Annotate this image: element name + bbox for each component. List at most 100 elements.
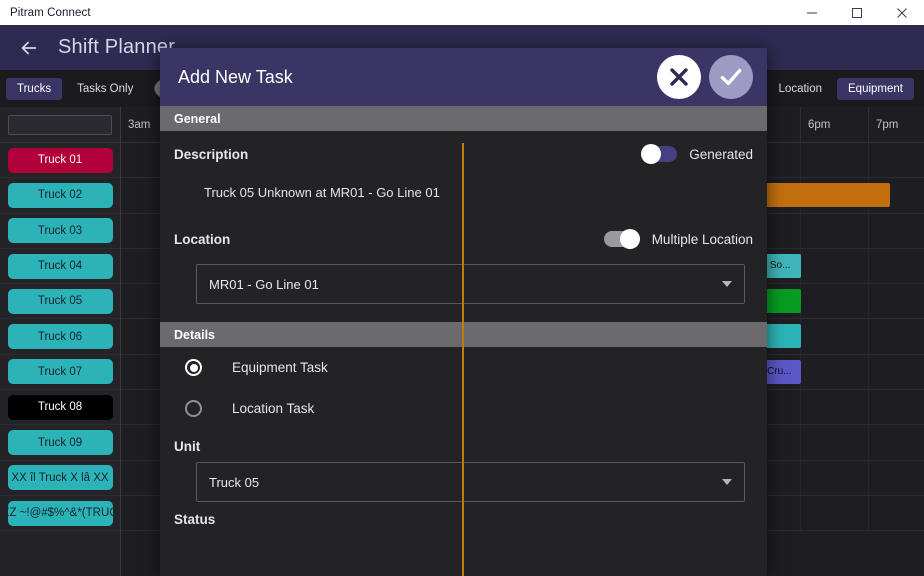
toolbar-right-group: Location Equipment (768, 77, 918, 100)
search-row (0, 107, 120, 143)
unit-row: ZZ ~!@#$%^&*(TRUC (0, 496, 120, 532)
close-button[interactable] (879, 0, 924, 25)
section-details-heading: Details (160, 322, 767, 347)
generated-toggle-group[interactable]: Generated (641, 144, 753, 164)
location-header: Location Multiple Location (174, 216, 753, 262)
status-label: Status (174, 512, 216, 527)
multiple-location-toggle-group[interactable]: Multiple Location (603, 229, 753, 249)
location-select-value: MR01 - Go Line 01 (209, 276, 319, 292)
page-title: Shift Planner (58, 36, 176, 58)
radio-dot (189, 363, 198, 372)
tab-equipment[interactable]: Equipment (837, 77, 914, 100)
unit-row: Truck 09 (0, 425, 120, 461)
back-arrow-icon[interactable] (12, 31, 46, 65)
window-controls (789, 0, 924, 25)
multiple-location-toggle-label: Multiple Location (651, 231, 753, 247)
chevron-down-icon (722, 281, 732, 287)
unit-label: Unit (174, 439, 201, 454)
equipment-task-label: Equipment Task (232, 360, 328, 375)
minimize-button[interactable] (789, 0, 834, 25)
unit-row: Truck 03 (0, 214, 120, 249)
multiple-location-toggle-knob (619, 229, 640, 249)
unit-row: Truck 02 (0, 178, 120, 214)
timeline-cell[interactable] (869, 284, 924, 318)
timeline-cell[interactable] (869, 390, 924, 424)
unit-row: XX îl Truck X lâ XX (0, 461, 120, 496)
tab-trucks[interactable]: Trucks (6, 77, 63, 100)
description-field: Description Generated Truck 05 Unknown a… (160, 131, 767, 216)
unit-pill-2[interactable]: Truck 03 (7, 218, 113, 244)
time-label-11: 7pm (869, 107, 924, 142)
close-circle-icon[interactable] (657, 55, 701, 99)
current-time-marker (462, 143, 464, 576)
timeline-cell[interactable] (869, 319, 924, 353)
timeline-cell[interactable] (801, 390, 869, 425)
timeline-cell[interactable] (801, 213, 869, 248)
main-content: Truck 01 Truck 02 Truck 03 Truck 04 Truck 05… (0, 107, 924, 576)
chevron-down-icon (722, 479, 732, 485)
unit-pill-0[interactable]: Truck 01 (7, 147, 113, 173)
dialog-actions (657, 55, 753, 99)
timeline-cell[interactable] (869, 425, 924, 459)
location-label: Location (174, 231, 231, 247)
generated-toggle[interactable] (641, 144, 678, 164)
tab-tasks-only[interactable]: Tasks Only (66, 78, 144, 100)
timeline-cell[interactable] (869, 355, 924, 389)
description-value: Truck 05 Unknown at MR01 - Go Line 01 (204, 185, 440, 200)
unit-pill-9[interactable]: XX îl Truck X lâ XX (7, 465, 113, 491)
location-field: Location Multiple Location (160, 216, 767, 262)
timeline-cell[interactable] (801, 354, 869, 390)
window-titlebar: Pitram Connect (0, 0, 924, 25)
multiple-location-toggle[interactable] (603, 229, 640, 249)
unit-pill-5[interactable]: Truck 06 (7, 324, 113, 350)
timeline-cell[interactable] (801, 495, 869, 531)
timeline-cell[interactable] (801, 425, 869, 460)
dialog-header: Add New Task (160, 48, 767, 106)
unit-row: Truck 07 (0, 355, 120, 391)
search-input[interactable] (8, 114, 112, 135)
description-label: Description (174, 146, 249, 162)
unit-select[interactable]: Truck 05 (196, 462, 745, 502)
timeline-cell[interactable] (801, 319, 869, 354)
location-task-radio[interactable] (185, 400, 202, 417)
unit-pill-8[interactable]: Truck 09 (7, 430, 113, 456)
timeline-cell[interactable] (869, 143, 924, 177)
timeline-cell[interactable] (801, 143, 869, 178)
section-general-heading: General (160, 106, 767, 131)
dialog-title: Add New Task (178, 66, 293, 87)
location-select[interactable]: MR01 - Go Line 01 (196, 264, 745, 304)
unit-row: Truck 04 (0, 249, 120, 285)
unit-row: Truck 06 (0, 319, 120, 355)
unit-select-value: Truck 05 (209, 474, 260, 490)
generated-toggle-label: Generated (689, 146, 753, 162)
unit-pill-7[interactable]: Truck 08 (7, 394, 113, 420)
task-bar[interactable] (757, 183, 890, 208)
location-task-radio-row[interactable]: Location Task (160, 388, 767, 429)
timeline-cell[interactable] (869, 496, 924, 530)
check-circle-icon[interactable] (709, 55, 753, 99)
time-label-10: 6pm (801, 107, 869, 142)
location-task-label: Location Task (232, 401, 315, 416)
timeline-cell[interactable] (869, 461, 924, 495)
timeline-cell[interactable] (869, 214, 924, 248)
unit-pill-6[interactable]: Truck 07 (7, 359, 113, 385)
unit-row: Truck 08 (0, 390, 120, 426)
tab-location[interactable]: Location (768, 78, 833, 100)
unit-row: Truck 05 (0, 284, 120, 320)
unit-row: Truck 01 (0, 143, 120, 179)
equipment-task-radio-row[interactable]: Equipment Task (160, 347, 767, 388)
timeline-cell[interactable] (801, 284, 869, 319)
timeline-cell[interactable] (801, 460, 869, 495)
window-title: Pitram Connect (10, 6, 91, 19)
unit-pill-4[interactable]: Truck 05 (7, 288, 113, 314)
unit-sidebar: Truck 01 Truck 02 Truck 03 Truck 04 Truck 05… (0, 107, 121, 576)
generated-toggle-knob (641, 144, 662, 164)
equipment-task-radio[interactable] (185, 359, 202, 376)
unit-pill-1[interactable]: Truck 02 (7, 182, 113, 208)
dialog-body: Description Generated Truck 05 Unknown a… (160, 131, 767, 576)
timeline-cell[interactable] (801, 248, 869, 284)
unit-pill-10[interactable]: ZZ ~!@#$%^&*(TRUC (7, 500, 113, 526)
unit-pill-3[interactable]: Truck 04 (7, 253, 113, 279)
timeline-cell[interactable] (869, 249, 924, 283)
maximize-button[interactable] (834, 0, 879, 25)
